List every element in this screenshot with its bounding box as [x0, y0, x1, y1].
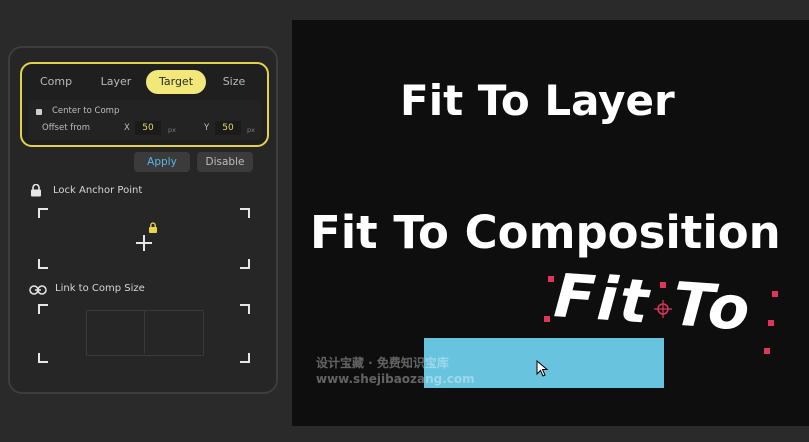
fit-to-composition-text: Fit To Composition [310, 206, 781, 259]
mode-tabs: Comp Layer Target Size [22, 70, 267, 94]
anchor-frame-corner-tl [38, 208, 48, 218]
y-unit: px [247, 126, 255, 134]
x-label: X [124, 123, 130, 133]
comp-size-preview-box [86, 310, 204, 356]
tab-size[interactable]: Size [208, 70, 260, 94]
bbox-handle[interactable] [764, 348, 770, 354]
tab-layer[interactable]: Layer [88, 70, 144, 94]
center-to-comp-label: Center to Comp [52, 106, 120, 116]
comp-frame-corner-tr [240, 304, 250, 314]
bbox-handle[interactable] [768, 320, 774, 326]
anchor-crosshair-icon[interactable] [654, 300, 672, 318]
comp-size-divider [144, 310, 145, 354]
anchor-lock-icon [149, 222, 157, 233]
lock-icon [31, 184, 41, 197]
x-unit: px [168, 126, 176, 134]
apply-button[interactable]: Apply [134, 152, 190, 172]
tab-target[interactable]: Target [146, 70, 206, 94]
bbox-handle[interactable] [548, 276, 554, 282]
link-icon [29, 285, 47, 295]
mouse-cursor-icon [536, 360, 549, 377]
lock-anchor-label[interactable]: Lock Anchor Point [53, 185, 142, 196]
offset-from-label: Offset from [42, 123, 91, 133]
center-to-comp-checkbox[interactable] [36, 109, 42, 115]
watermark-line-2: www.shejibaozang.com [316, 372, 475, 386]
bbox-handle[interactable] [544, 316, 550, 322]
anchor-frame-corner-br [240, 259, 250, 269]
anchor-frame-corner-tr [240, 208, 250, 218]
x-offset-field[interactable]: 50 [135, 121, 161, 135]
comp-frame-corner-br [240, 353, 250, 363]
composition-preview: Fit To Layer Fit To Composition Fit To 设… [292, 20, 809, 426]
comp-frame-corner-tl [38, 304, 48, 314]
fit-panel: Comp Layer Target Size Center to Comp Of… [8, 46, 278, 394]
bbox-handle[interactable] [772, 291, 778, 297]
watermark-line-1: 设计宝藏 · 免费知识宝库 [316, 356, 449, 370]
anchor-frame-corner-bl [38, 259, 48, 269]
fit-to-layer-text: Fit To Layer [400, 76, 675, 125]
disable-button[interactable]: Disable [197, 152, 253, 172]
comp-frame-corner-bl [38, 353, 48, 363]
y-label: Y [204, 123, 210, 133]
y-offset-field[interactable]: 50 [215, 121, 241, 135]
target-options-group: Comp Layer Target Size Center to Comp Of… [20, 62, 269, 147]
bbox-handle[interactable] [660, 282, 666, 288]
target-settings: Center to Comp Offset from X 50 px Y 50 … [28, 100, 261, 140]
anchor-point-icon[interactable] [134, 233, 154, 253]
link-comp-size-label[interactable]: Link to Comp Size [55, 283, 145, 294]
animated-fit-to-text[interactable]: Fit To [552, 261, 754, 345]
tab-comp[interactable]: Comp [30, 70, 82, 94]
